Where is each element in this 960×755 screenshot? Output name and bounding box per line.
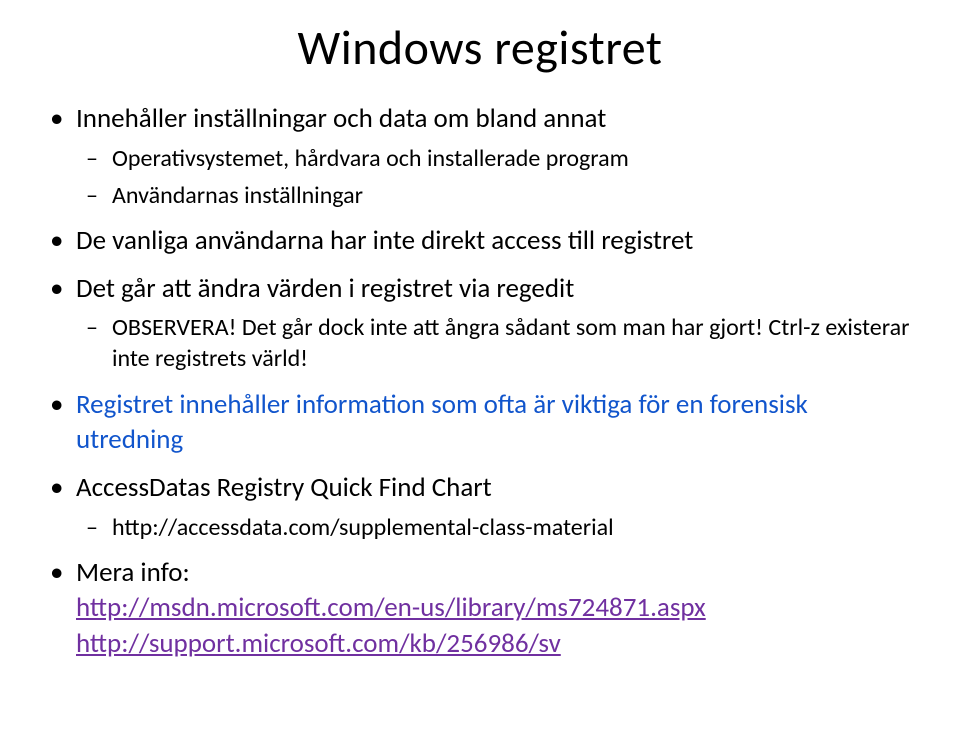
bullet-list: Innehåller inställningar och data om bla… [40,101,920,662]
bullet-item: Det går att ändra värden i registret via… [40,271,920,375]
bullet-text: AccessDatas Registry Quick Find Chart [76,471,492,504]
bullet-text: De vanliga användarna har inte direkt ac… [76,224,693,257]
sub-list: OBSERVERA! Det går dock inte att ångra s… [76,312,920,374]
sub-item: Användarnas inställningar [76,180,920,211]
link-support[interactable]: http://support.microsoft.com/kb/256986/s… [76,627,561,660]
link-msdn[interactable]: http://msdn.microsoft.com/en-us/library/… [76,591,706,624]
sub-item-link[interactable]: http://accessdata.com/supplemental-class… [76,512,920,543]
bullet-item: Innehåller inställningar och data om bla… [40,101,920,211]
bullet-text: Registret innehåller information som oft… [76,388,808,457]
bullet-item: Registret innehåller information som oft… [40,387,920,458]
sub-list: http://accessdata.com/supplemental-class… [76,512,920,543]
sub-item: Operativsystemet, hårdvara och installer… [76,143,920,174]
bullet-item: AccessDatas Registry Quick Find Chart ht… [40,470,920,543]
bullet-item: De vanliga användarna har inte direkt ac… [40,223,920,259]
sub-item: OBSERVERA! Det går dock inte att ångra s… [76,312,920,374]
bullet-text: Mera info: [76,556,190,589]
page-title: Windows registret [40,18,920,77]
bullet-item: Mera info: http://msdn.microsoft.com/en-… [40,555,920,662]
sub-list: Operativsystemet, hårdvara och installer… [76,143,920,211]
bullet-text: Det går att ändra värden i registret via… [76,272,574,305]
bullet-text: Innehåller inställningar och data om bla… [76,102,606,135]
